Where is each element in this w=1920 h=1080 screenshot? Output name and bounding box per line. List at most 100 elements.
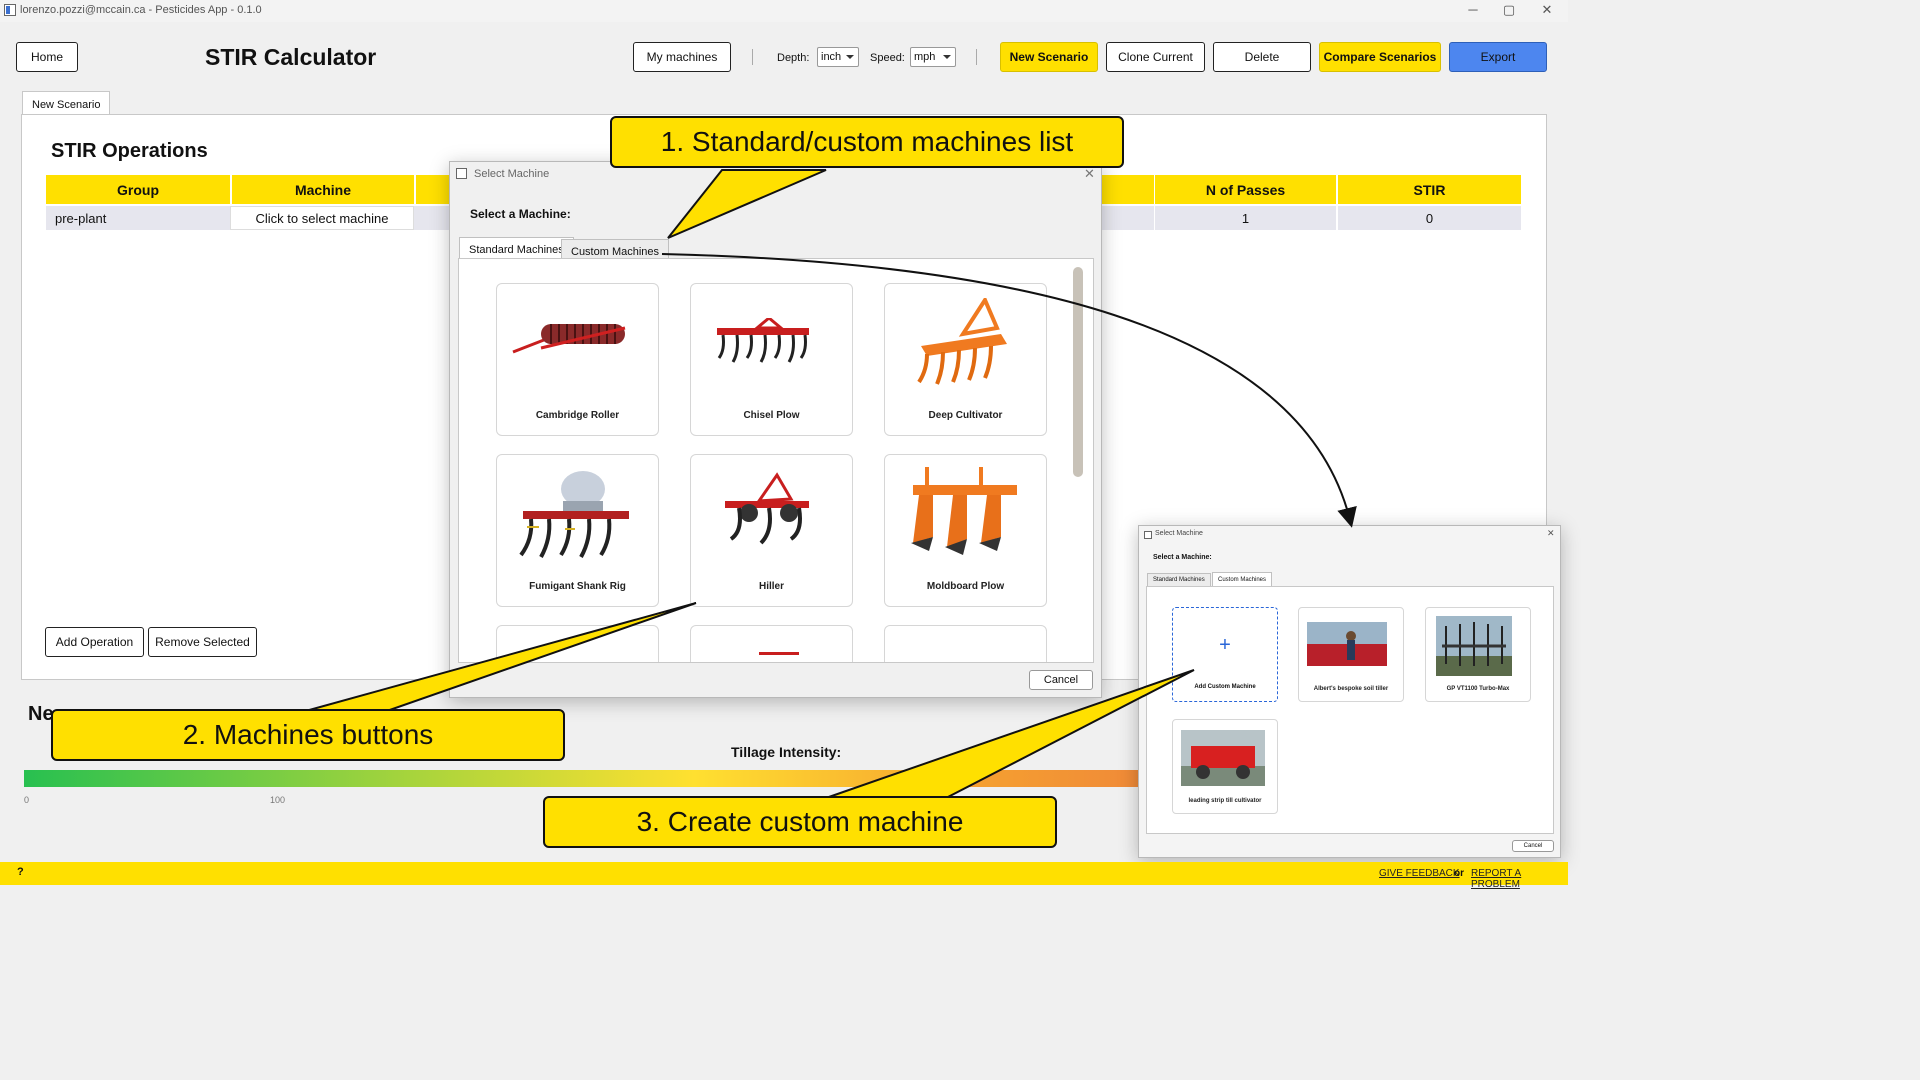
machine-button-deep-cultivator[interactable]: Deep Cultivator <box>884 283 1047 436</box>
deep-cultivator-icon <box>917 298 1007 385</box>
my-machines-button[interactable]: My machines <box>633 42 731 72</box>
new-scenario-button[interactable]: New Scenario <box>1000 42 1098 72</box>
machine-button-cambridge-roller[interactable]: Cambridge Roller <box>496 283 659 436</box>
column-header-stir: STIR <box>1338 175 1521 204</box>
tillage-label: Tillage Intensity: <box>731 744 842 760</box>
export-button[interactable]: Export <box>1449 42 1547 72</box>
custom-machine-button[interactable]: leading strip till cultivator <box>1172 719 1278 814</box>
machine-label: leading strip till cultivator <box>1188 798 1262 804</box>
page-title: STIR Calculator <box>205 44 377 70</box>
footer-or: or <box>1454 868 1464 879</box>
cell-group[interactable]: pre-plant <box>46 206 230 230</box>
dialog-app-icon <box>456 168 467 179</box>
chevron-down-icon <box>846 55 854 59</box>
cell-stir: 0 <box>1338 206 1521 230</box>
custom-machines-grid: + Add Custom Machine Albert's bespoke so… <box>1146 586 1554 834</box>
tillage-intensity-bar <box>24 770 1140 787</box>
machines-grid: Cambridge Roller Chisel Plow Deep Cultiv… <box>458 258 1094 663</box>
dialog-prompt: Select a Machine: <box>1153 554 1212 561</box>
dialog-title: Select Machine <box>474 168 550 180</box>
tab-standard-machines[interactable]: Standard Machines <box>1147 573 1211 586</box>
footer-bar: ? GIVE FEEDBACK or REPORT A PROBLEM <box>0 862 1568 890</box>
cell-hidden <box>414 206 454 230</box>
chisel-plow-icon <box>717 318 809 363</box>
dialog-app-icon <box>1144 531 1152 539</box>
delete-button[interactable]: Delete <box>1213 42 1311 72</box>
machine-button[interactable] <box>690 625 853 662</box>
operations-heading: STIR Operations <box>51 140 208 162</box>
custom-machine-button[interactable]: GP VT1100 Turbo-Max <box>1425 607 1531 702</box>
close-icon[interactable]: ✕ <box>1084 166 1095 182</box>
depth-select[interactable]: inch <box>817 47 859 67</box>
cell-passes[interactable]: 1 <box>1155 206 1336 230</box>
select-machine-dialog: Select Machine ✕ Select a Machine: Stand… <box>449 161 1102 698</box>
remove-selected-button[interactable]: Remove Selected <box>148 627 257 657</box>
machine-button[interactable] <box>496 625 659 662</box>
compare-scenarios-button[interactable]: Compare Scenarios <box>1319 42 1441 72</box>
tick-0: 0 <box>24 795 30 805</box>
callout-machines-buttons: 2. Machines buttons <box>51 709 565 761</box>
clone-current-button[interactable]: Clone Current <box>1106 42 1205 72</box>
machine-label: Chisel Plow <box>743 410 800 421</box>
machine-button-hiller[interactable]: Hiller <box>690 454 853 607</box>
minimize-icon[interactable]: ─ <box>1458 1 1488 19</box>
machine-label: Moldboard Plow <box>926 581 1005 592</box>
moldboard-plow-icon <box>911 467 1017 555</box>
machine-label: GP VT1100 Turbo-Max <box>1446 686 1510 692</box>
speed-select[interactable]: mph <box>910 47 956 67</box>
strip-till-photo <box>1181 730 1265 786</box>
machine-label: Hiller <box>758 581 784 592</box>
cancel-button[interactable]: Cancel <box>1029 670 1093 690</box>
hiller-icon <box>725 472 809 545</box>
close-icon[interactable]: ✕ <box>1547 528 1555 539</box>
app-icon <box>4 4 16 16</box>
window-title-bar: lorenzo.pozzi@mccain.ca - Pesticides App… <box>0 0 1568 22</box>
speed-label: Speed: <box>870 52 905 64</box>
scrollbar-thumb[interactable] <box>1073 267 1083 477</box>
fumigant-shank-rig-icon <box>519 471 629 558</box>
column-header-passes: N of Passes <box>1155 175 1336 204</box>
toolbar-divider <box>752 49 753 65</box>
give-feedback-link[interactable]: GIVE FEEDBACK <box>1379 868 1460 879</box>
callout-create-custom: 3. Create custom machine <box>543 796 1057 848</box>
home-button[interactable]: Home <box>16 42 78 72</box>
report-problem-link[interactable]: REPORT A PROBLEM <box>1471 868 1568 890</box>
help-icon[interactable]: ? <box>17 866 24 878</box>
turbo-max-photo <box>1436 616 1512 676</box>
custom-machines-dialog: Select Machine ✕ Select a Machine: Stand… <box>1138 525 1561 858</box>
machine-label: Cambridge Roller <box>535 410 620 421</box>
window-title: lorenzo.pozzi@mccain.ca - Pesticides App… <box>20 4 262 16</box>
machine-label: Deep Cultivator <box>928 410 1003 421</box>
restore-icon[interactable]: ▢ <box>1494 1 1524 19</box>
close-icon[interactable]: ✕ <box>1532 1 1562 19</box>
tab-new-scenario[interactable]: New Scenario <box>22 91 111 115</box>
column-header-group: Group <box>46 175 230 204</box>
cancel-button[interactable]: Cancel <box>1512 840 1554 852</box>
dialog-prompt: Select a Machine: <box>470 207 571 221</box>
select-machine-cell[interactable]: Click to select machine <box>230 206 414 230</box>
add-operation-button[interactable]: Add Operation <box>45 627 144 657</box>
cambridge-roller-icon <box>512 324 626 354</box>
tick-100: 100 <box>270 795 286 805</box>
machine-button[interactable] <box>884 625 1047 662</box>
soil-tiller-photo <box>1307 622 1387 666</box>
column-header-machine: Machine <box>232 175 414 204</box>
machine-label: Albert's bespoke soil tiller <box>1313 686 1389 692</box>
depth-value: inch <box>821 51 842 63</box>
depth-label: Depth: <box>777 52 810 64</box>
plus-icon: + <box>1219 634 1231 656</box>
tab-custom-machines[interactable]: Custom Machines <box>1212 572 1273 587</box>
column-header-hidden <box>1096 175 1154 204</box>
add-custom-label: Add Custom Machine <box>1194 684 1256 690</box>
chevron-down-icon <box>943 55 951 59</box>
speed-value: mph <box>914 51 936 63</box>
dialog-title: Select Machine <box>1155 530 1203 537</box>
machine-button-fumigant-shank-rig[interactable]: Fumigant Shank Rig <box>496 454 659 607</box>
callout-machines-list: 1. Standard/custom machines list <box>610 116 1124 168</box>
add-custom-machine-button[interactable]: + Add Custom Machine <box>1172 607 1278 702</box>
toolbar-divider <box>976 49 977 65</box>
machine-button-chisel-plow[interactable]: Chisel Plow <box>690 283 853 436</box>
custom-machine-button[interactable]: Albert's bespoke soil tiller <box>1298 607 1404 702</box>
summary-heading: Ne <box>28 703 54 725</box>
machine-button-moldboard-plow[interactable]: Moldboard Plow <box>884 454 1047 607</box>
